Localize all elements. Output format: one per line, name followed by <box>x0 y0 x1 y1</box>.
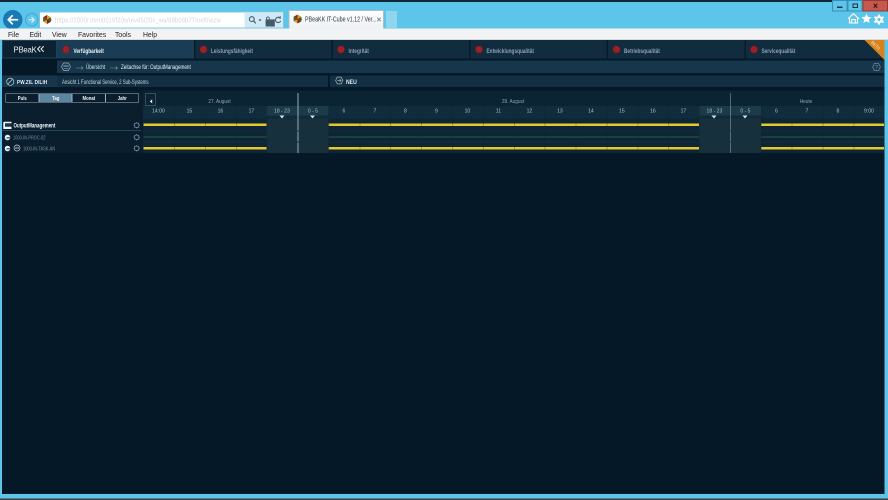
svg-text:?: ? <box>875 65 878 71</box>
